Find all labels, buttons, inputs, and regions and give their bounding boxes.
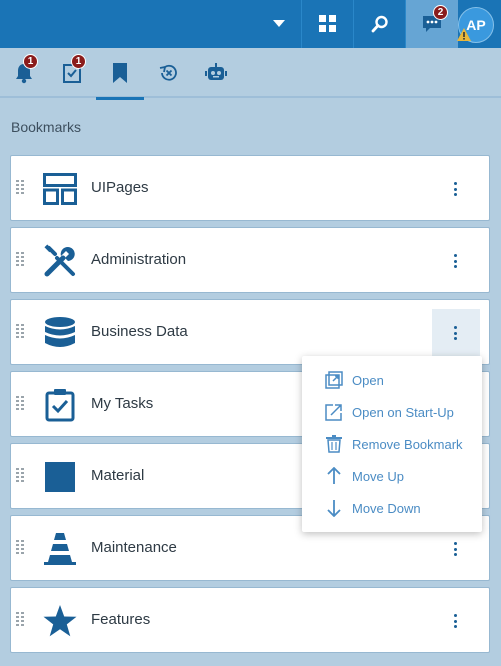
menu-item-move-down[interactable]: Move Down <box>302 492 482 524</box>
menu-item-label: Remove Bookmark <box>352 436 463 452</box>
warning-icon <box>457 28 471 46</box>
bookmark-item[interactable]: Features <box>10 587 490 653</box>
menu-item-open-on-startup[interactable]: Open on Start-Up <box>302 396 482 428</box>
grid-icon <box>319 15 336 32</box>
more-options-button[interactable] <box>432 165 480 213</box>
chevron-down-icon[interactable] <box>264 0 294 48</box>
drag-handle-icon[interactable] <box>16 396 26 412</box>
more-vertical-icon <box>454 254 458 268</box>
tab-assistant[interactable] <box>192 48 240 98</box>
tab-notifications[interactable]: 1 <box>0 48 48 98</box>
chat-button[interactable]: 2 <box>406 0 458 48</box>
clipboard-check-icon <box>41 386 79 424</box>
section-title: Bookmarks <box>11 119 82 135</box>
bookmark-item[interactable]: Administration <box>10 227 490 293</box>
menu-item-move-up[interactable]: Move Up <box>302 460 482 492</box>
arrow-up-icon <box>324 466 344 486</box>
menu-item-label: Move Up <box>352 468 405 484</box>
more-vertical-icon <box>454 326 458 340</box>
more-vertical-icon <box>454 182 458 196</box>
more-options-button[interactable] <box>432 525 480 573</box>
database-icon <box>41 314 79 352</box>
external-icon <box>324 402 344 422</box>
menu-item-label: Move Down <box>352 500 421 516</box>
menu-item-label: Open on Start-Up <box>352 404 454 420</box>
bookmark-label: Administration <box>91 251 187 268</box>
more-vertical-icon <box>454 542 458 556</box>
panel-tabs: 1 1 <box>0 48 501 100</box>
drag-handle-icon[interactable] <box>16 180 26 196</box>
menu-item-label: Open <box>352 372 384 388</box>
more-options-button[interactable] <box>432 237 480 285</box>
drag-handle-icon[interactable] <box>16 324 26 340</box>
bookmark-label: Features <box>91 611 151 628</box>
tasks-badge: 1 <box>71 54 86 69</box>
tab-recent[interactable] <box>144 48 192 98</box>
menu-item-open[interactable]: Open <box>302 364 482 396</box>
chat-badge: 2 <box>433 5 448 20</box>
drag-handle-icon[interactable] <box>16 252 26 268</box>
notifications-badge: 1 <box>23 54 38 69</box>
bookmark-label: Material <box>91 467 145 484</box>
tools-icon <box>41 242 79 280</box>
bookmark-context-menu: Open Open on Start-Up Remove Bookmark Mo… <box>302 356 482 532</box>
more-options-button[interactable] <box>432 309 480 357</box>
drag-handle-icon[interactable] <box>16 540 26 556</box>
trash-icon <box>324 434 344 454</box>
open-icon <box>324 370 344 390</box>
drag-handle-icon[interactable] <box>16 612 26 628</box>
top-app-bar: 2 AP <box>0 0 501 48</box>
more-options-button[interactable] <box>432 597 480 645</box>
bookmark-label: My Tasks <box>91 395 154 412</box>
robot-icon <box>205 63 227 80</box>
search-button[interactable] <box>354 0 406 48</box>
square-icon <box>41 458 79 496</box>
cone-icon <box>41 530 79 568</box>
bookmark-item[interactable]: UIPages <box>10 155 490 221</box>
arrow-down-icon <box>324 498 344 518</box>
more-vertical-icon <box>454 614 458 628</box>
drag-handle-icon[interactable] <box>16 468 26 484</box>
layout-icon <box>41 170 79 208</box>
bookmark-icon <box>113 63 127 83</box>
history-icon <box>159 64 177 81</box>
bookmark-label: Maintenance <box>91 539 177 556</box>
star-icon <box>41 602 79 640</box>
bookmark-label: UIPages <box>91 179 149 196</box>
apps-grid-button[interactable] <box>302 0 354 48</box>
search-icon <box>371 15 388 33</box>
tab-bookmarks[interactable] <box>96 48 144 100</box>
bookmark-label: Business Data <box>91 323 188 340</box>
tab-tasks[interactable]: 1 <box>48 48 96 98</box>
menu-item-remove-bookmark[interactable]: Remove Bookmark <box>302 428 482 460</box>
